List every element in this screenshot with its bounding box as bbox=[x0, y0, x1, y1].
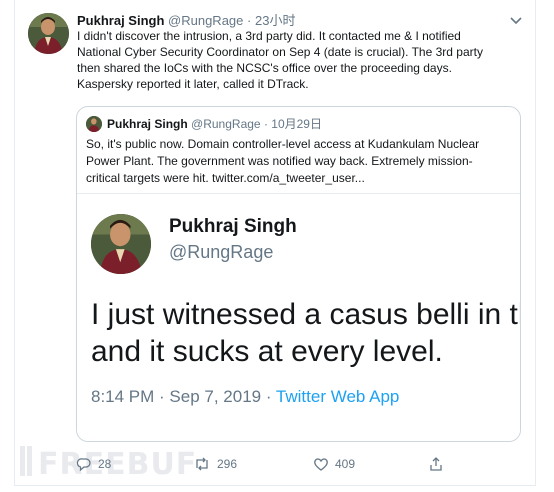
timestamp[interactable]: 23小时 bbox=[255, 13, 295, 28]
action-bar: 28 296 409 bbox=[76, 456, 516, 476]
quoted-header: Pukhraj Singh @RungRage · 10月29日 bbox=[107, 116, 322, 132]
embedded-app: Twitter Web App bbox=[275, 387, 400, 406]
chevron-down-icon[interactable] bbox=[508, 12, 524, 28]
avatar[interactable] bbox=[28, 13, 69, 54]
quoted-text-line: So, it's public now. Domain controller-l… bbox=[86, 137, 480, 151]
heart-icon bbox=[313, 456, 329, 472]
tweet-text-line: then shared the IoCs with the NCSC's off… bbox=[77, 61, 452, 75]
reply-button[interactable]: 28 bbox=[76, 456, 111, 472]
embedded-text-line: and it sucks at every level. bbox=[91, 335, 443, 368]
tweet-text-line: Kaspersky reported it later, called it D… bbox=[77, 77, 309, 91]
quoted-author-handle: @RungRage bbox=[191, 117, 261, 131]
separator: · bbox=[247, 13, 252, 28]
quoted-text: So, it's public now. Domain controller-l… bbox=[86, 136, 516, 187]
retweet-button[interactable]: 296 bbox=[193, 456, 237, 472]
embedded-avatar bbox=[91, 214, 151, 274]
embedded-handle: @RungRage bbox=[169, 242, 274, 262]
separator: · bbox=[263, 117, 268, 131]
retweet-count: 296 bbox=[217, 457, 238, 471]
quoted-author-name: Pukhraj Singh bbox=[107, 117, 188, 131]
embedded-time: 8:14 PM · Sep 7, 2019 · bbox=[91, 387, 276, 406]
embedded-meta: 8:14 PM · Sep 7, 2019 · Twitter Web App bbox=[91, 387, 399, 407]
tweet-header: Pukhraj Singh @RungRage · 23小时 bbox=[77, 12, 295, 29]
share-button[interactable] bbox=[428, 456, 444, 472]
tweet-text-line: I didn't discover the intrusion, a 3rd p… bbox=[77, 29, 461, 43]
quoted-screenshot-image[interactable]: Pukhraj Singh @RungRage I just witnessed… bbox=[77, 193, 521, 441]
like-count: 409 bbox=[335, 457, 356, 471]
retweet-icon bbox=[193, 456, 211, 472]
author-handle[interactable]: @RungRage bbox=[168, 13, 243, 28]
quoted-text-line: Power Plant. The government was notified… bbox=[86, 154, 473, 168]
author-name[interactable]: Pukhraj Singh bbox=[77, 13, 164, 28]
embedded-text-line: I just witnessed a casus belli in th bbox=[91, 298, 521, 331]
quoted-text-line: critical targets were hit. twitter.com/a… bbox=[86, 171, 365, 185]
embedded-name: Pukhraj Singh bbox=[169, 216, 297, 237]
reply-count: 28 bbox=[98, 457, 112, 471]
quoted-timestamp: 10月29日 bbox=[271, 117, 322, 131]
share-icon bbox=[428, 456, 444, 472]
tweet-text: I didn't discover the intrusion, a 3rd p… bbox=[77, 28, 517, 92]
reply-icon bbox=[76, 456, 92, 472]
tweet-text-line: National Cyber Security Coordinator on S… bbox=[77, 45, 483, 59]
like-button[interactable]: 409 bbox=[313, 456, 355, 472]
quoted-tweet[interactable]: Pukhraj Singh @RungRage · 10月29日 So, it'… bbox=[76, 106, 521, 442]
quoted-avatar bbox=[86, 116, 102, 132]
